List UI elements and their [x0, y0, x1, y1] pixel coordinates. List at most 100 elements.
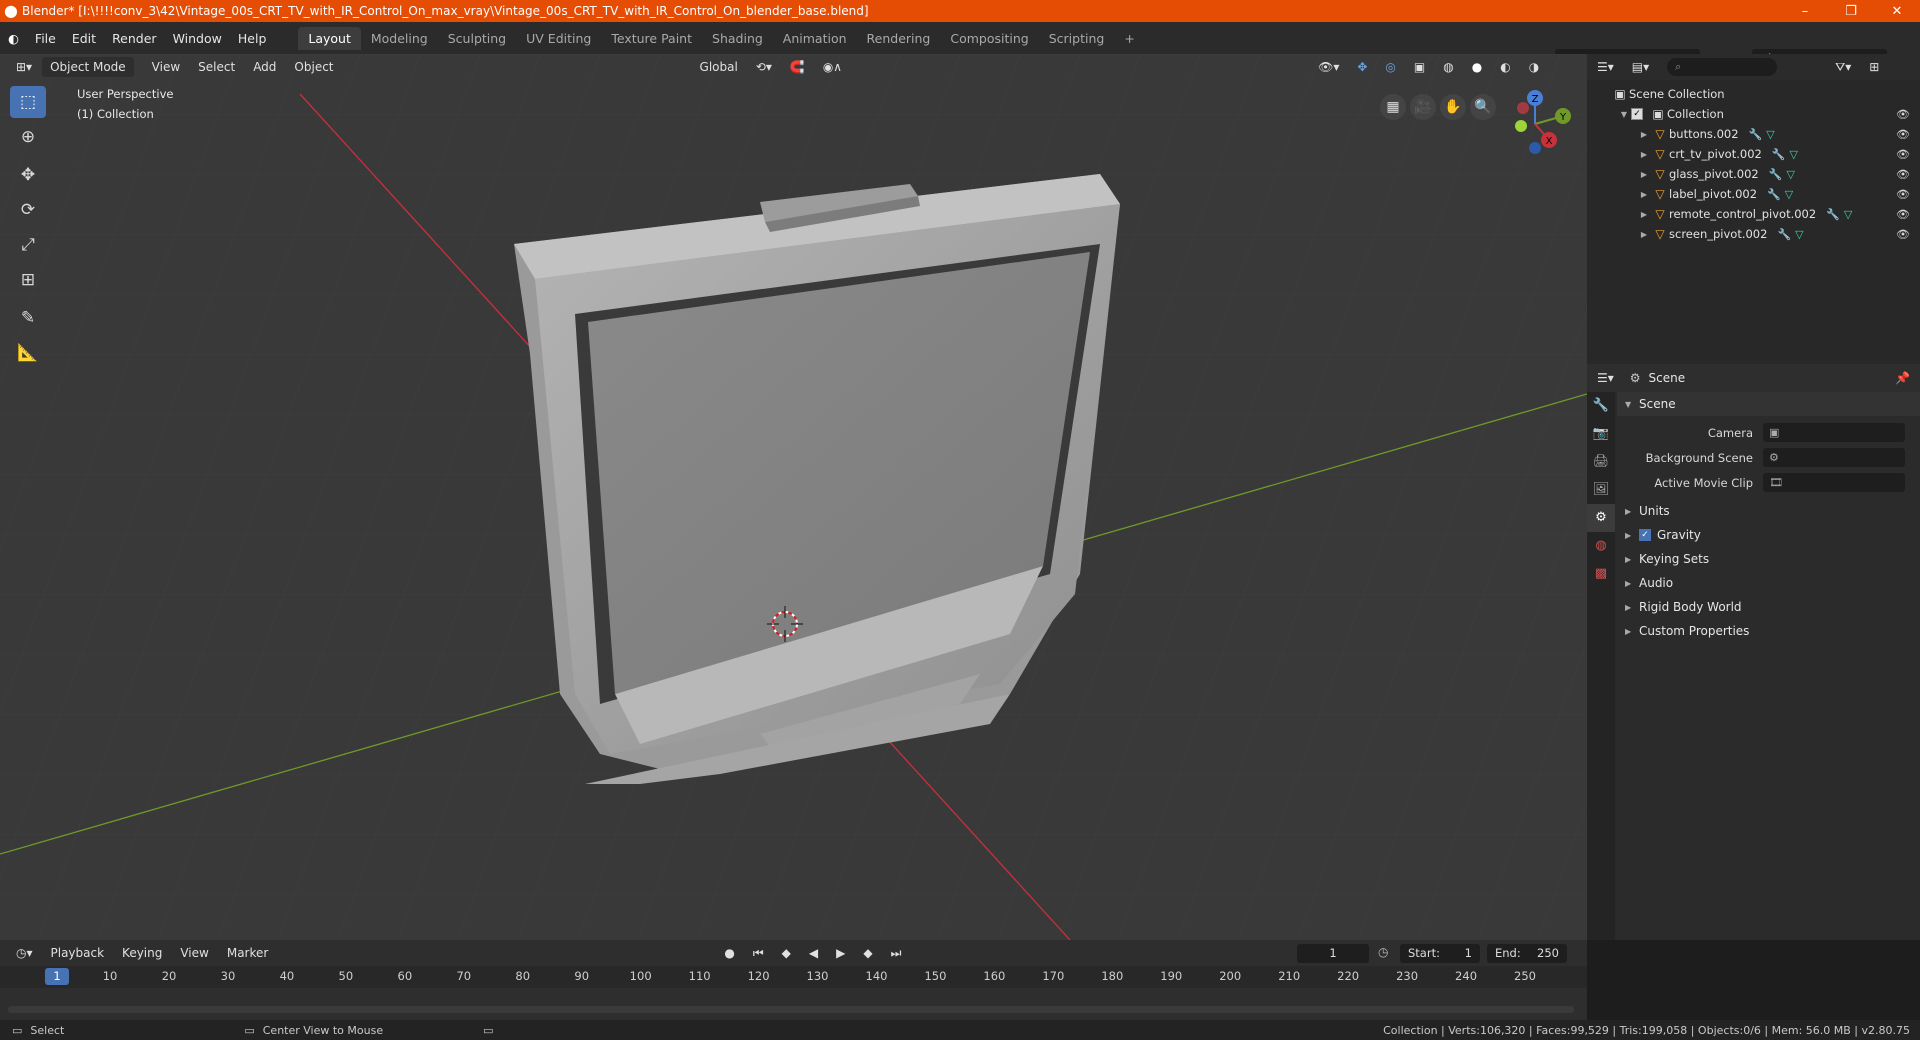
outliner-object-row[interactable]: ▶ ▽ screen_pivot.002 🔧 ▽ 👁	[1587, 224, 1920, 244]
current-frame-indicator[interactable]: 1	[45, 968, 69, 985]
tab-texture-paint[interactable]: Texture Paint	[601, 27, 702, 50]
solid-shading-icon[interactable]: ●	[1464, 57, 1490, 77]
outliner-editor-type-icon[interactable]: ☰▾	[1589, 57, 1622, 77]
play-icon[interactable]: ▶	[828, 943, 853, 963]
preview-range-icon[interactable]: ◷	[1378, 945, 1388, 959]
move-tool-icon[interactable]: ✥	[10, 159, 46, 191]
menu-file[interactable]: File	[27, 31, 64, 46]
scene-panel-header[interactable]: ▼ Scene	[1617, 392, 1920, 416]
visibility-eye-icon[interactable]: 👁	[1896, 108, 1910, 121]
outliner-scene-collection[interactable]: ▣ Scene Collection	[1587, 84, 1920, 104]
transform-orientation-selector[interactable]: Global	[692, 57, 746, 77]
movie-clip-field[interactable]: 🎞	[1763, 473, 1905, 492]
add-workspace-button[interactable]: +	[1114, 27, 1144, 50]
select-box-tool-icon[interactable]: ⬚	[10, 86, 46, 118]
menu-window[interactable]: Window	[165, 31, 230, 46]
rigid-body-world-panel-header[interactable]: ▶ Rigid Body World	[1617, 595, 1920, 619]
collection-exclude-checkbox[interactable]: ✓	[1631, 108, 1643, 120]
menu-playback[interactable]: Playback	[43, 943, 113, 963]
menu-marker[interactable]: Marker	[219, 943, 276, 963]
jump-end-icon[interactable]: ⏭	[883, 943, 910, 963]
audio-panel-header[interactable]: ▶ Audio	[1617, 571, 1920, 595]
xray-icon[interactable]: ▣	[1406, 57, 1433, 77]
display-mode-icon[interactable]: ▤▾	[1624, 57, 1657, 77]
texture-tab-icon[interactable]: ▩	[1587, 560, 1615, 588]
custom-properties-panel-header[interactable]: ▶ Custom Properties	[1617, 619, 1920, 643]
tab-uv-editing[interactable]: UV Editing	[516, 27, 601, 50]
menu-timeline-view[interactable]: View	[172, 943, 216, 963]
tool-tab-icon[interactable]: 🔧	[1587, 392, 1615, 420]
render-tab-icon[interactable]: 📷	[1587, 420, 1615, 448]
3d-viewport[interactable]: Z Y X ⊞▾ Object Mode View Select Add Obj…	[0, 54, 1587, 940]
play-reverse-icon[interactable]: ◀	[801, 943, 826, 963]
jump-start-icon[interactable]: ⏮	[745, 943, 772, 963]
view-layer-tab-icon[interactable]: 🖼	[1587, 476, 1615, 504]
tab-rendering[interactable]: Rendering	[857, 27, 941, 50]
properties-editor-type-icon[interactable]: ☰▾	[1589, 368, 1622, 388]
scene-tab-icon[interactable]: ⚙	[1587, 504, 1615, 532]
visibility-eye-icon[interactable]: 👁	[1896, 188, 1910, 201]
tab-scripting[interactable]: Scripting	[1039, 27, 1115, 50]
pin-icon[interactable]: 📌	[1895, 371, 1910, 385]
gravity-checkbox[interactable]: ✓	[1639, 529, 1651, 541]
menu-add[interactable]: Add	[245, 57, 284, 77]
new-collection-icon[interactable]: ⊞	[1861, 57, 1887, 77]
world-tab-icon[interactable]: ◍	[1587, 532, 1615, 560]
zoom-view-icon[interactable]: 🔍	[1470, 94, 1496, 120]
visibility-eye-icon[interactable]: 👁	[1896, 228, 1910, 241]
current-frame-field[interactable]: 1	[1297, 944, 1369, 963]
outliner-object-row[interactable]: ▶ ▽ glass_pivot.002 🔧 ▽ 👁	[1587, 164, 1920, 184]
tab-shading[interactable]: Shading	[702, 27, 773, 50]
expand-arrow-icon[interactable]: ▶	[1637, 230, 1651, 239]
outliner-collection[interactable]: ▼ ✓ ▣ Collection 👁	[1587, 104, 1920, 124]
menu-select[interactable]: Select	[190, 57, 243, 77]
minimize-button[interactable]: –	[1782, 4, 1828, 19]
tab-layout[interactable]: Layout	[298, 26, 361, 50]
gravity-panel-header[interactable]: ▶ ✓ Gravity	[1617, 523, 1920, 547]
mode-selector[interactable]: Object Mode	[42, 57, 134, 77]
outliner-search-input[interactable]: ⌕	[1667, 58, 1778, 76]
wireframe-shading-icon[interactable]: ◍	[1435, 57, 1461, 77]
expand-arrow-icon[interactable]: ▼	[1617, 110, 1631, 119]
expand-arrow-icon[interactable]: ▶	[1637, 190, 1651, 199]
cursor-tool-icon[interactable]: ⊕	[10, 121, 46, 153]
visibility-eye-icon[interactable]: 👁	[1896, 148, 1910, 161]
blender-menu-icon[interactable]: ◐	[0, 31, 27, 46]
scale-tool-icon[interactable]: ⤢	[10, 229, 46, 261]
keying-sets-panel-header[interactable]: ▶ Keying Sets	[1617, 547, 1920, 571]
expand-arrow-icon[interactable]: ▶	[1637, 150, 1651, 159]
next-keyframe-icon[interactable]: ◆	[855, 943, 880, 963]
viewport-canvas[interactable]: Z Y X	[0, 54, 1587, 940]
timeline-ruler[interactable]: 1 10 20 30 40 50 60 70 80 90 100 110 120 130 140 150 160…	[0, 966, 1587, 988]
end-frame-field[interactable]: End: 250	[1487, 944, 1567, 963]
tab-compositing[interactable]: Compositing	[940, 27, 1038, 50]
menu-object[interactable]: Object	[286, 57, 341, 77]
proportional-editing-icon[interactable]: ◉∧	[815, 57, 850, 77]
snap-icon[interactable]: 🧲	[782, 57, 813, 77]
pan-view-icon[interactable]: ✋	[1440, 94, 1466, 120]
menu-edit[interactable]: Edit	[64, 31, 104, 46]
editor-type-icon[interactable]: ⊞▾	[8, 57, 40, 77]
timeline-editor-type-icon[interactable]: ◷▾	[8, 943, 41, 963]
visibility-eye-icon[interactable]: 👁	[1896, 128, 1910, 141]
filter-icon[interactable]: ⛛▾	[1827, 57, 1859, 77]
timeline-scrollbar[interactable]	[8, 1006, 1574, 1013]
rotate-tool-icon[interactable]: ⟳	[10, 194, 46, 226]
tab-animation[interactable]: Animation	[773, 27, 857, 50]
units-panel-header[interactable]: ▶ Units	[1617, 499, 1920, 523]
visibility-icon[interactable]: 👁▾	[1310, 57, 1347, 77]
output-tab-icon[interactable]: 🖨	[1587, 448, 1615, 476]
menu-render[interactable]: Render	[104, 31, 165, 46]
menu-help[interactable]: Help	[230, 31, 275, 46]
rendered-shading-icon[interactable]: ◑	[1521, 57, 1547, 77]
outliner-object-row[interactable]: ▶ ▽ label_pivot.002 🔧 ▽ 👁	[1587, 184, 1920, 204]
menu-view[interactable]: View	[144, 57, 188, 77]
toggle-ortho-icon[interactable]: ▦	[1380, 94, 1406, 120]
close-button[interactable]: ✕	[1874, 4, 1920, 19]
start-frame-field[interactable]: Start: 1	[1400, 944, 1480, 963]
material-shading-icon[interactable]: ◐	[1492, 57, 1518, 77]
camera-field[interactable]: ▣	[1763, 423, 1905, 442]
pivot-point-icon[interactable]: ⟲▾	[748, 57, 780, 77]
measure-tool-icon[interactable]: 📐	[10, 337, 46, 369]
gizmo-toggle-icon[interactable]: ✥	[1349, 57, 1375, 77]
